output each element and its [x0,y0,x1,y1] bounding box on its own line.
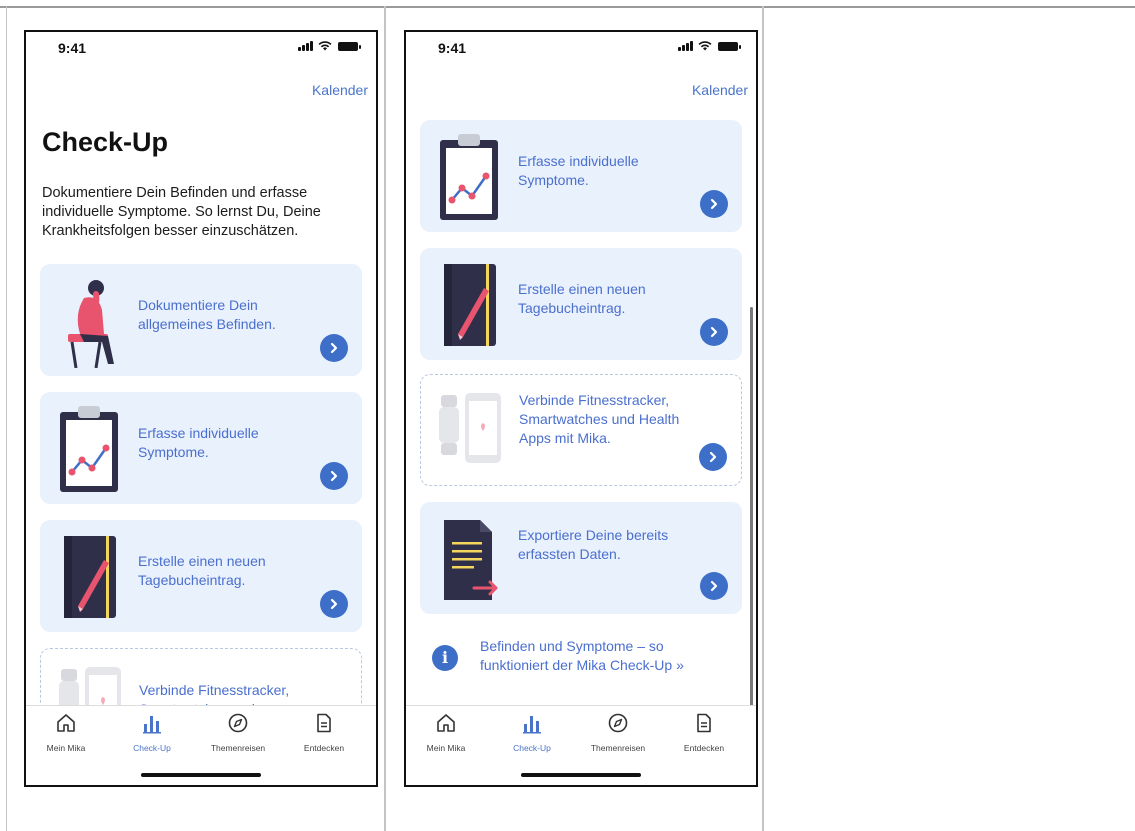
tab-mein-mika[interactable]: Mein Mika [406,712,486,756]
tab-label: Entdecken [683,743,725,753]
tab-mein-mika[interactable]: Mein Mika [26,712,106,756]
clipboard-chart-icon [440,134,498,220]
status-time: 9:41 [58,40,87,56]
home-icon [437,714,455,732]
tab-label: Mein Mika [46,743,86,753]
chevron-right-icon[interactable] [320,334,348,362]
info-link-text: Befinden und Symptome – so funktioniert … [480,638,684,673]
calendar-link[interactable]: Kalender [692,82,748,98]
bar-chart-icon [523,716,541,734]
chevron-right-icon[interactable] [700,572,728,600]
notebook-icon [64,536,116,618]
document-icon [697,713,711,733]
battery-icon [718,42,741,51]
info-icon: i [432,645,458,671]
compass-icon [228,713,248,733]
tab-bar: Mein Mika Check-Up Themenreisen Entdecke… [26,705,376,785]
tab-label: Themenreisen [590,743,646,753]
status-bar: 9:41 [26,32,376,68]
chevron-right-icon[interactable] [699,443,727,471]
column-divider [384,6,386,831]
tab-label: Mein Mika [426,743,466,753]
bar-chart-icon [143,716,161,734]
document-export-icon [444,520,498,600]
clipboard-chart-icon [60,406,118,492]
tab-entdecken[interactable]: Entdecken [664,712,744,756]
signal-icon [678,41,693,51]
tab-check-up[interactable]: Check-Up [492,712,572,756]
wifi-icon [698,41,712,51]
card-label: Erstelle einen neuen Tagebucheintrag. [138,553,266,588]
card-record-symptoms[interactable]: Erfasse individuelle Symptome. [40,392,362,504]
tab-label: Themenreisen [210,743,266,753]
chevron-right-icon[interactable] [700,190,728,218]
tab-check-up[interactable]: Check-Up [112,712,192,756]
tab-bar: Mein Mika Check-Up Themenreisen Entdecke… [406,705,756,785]
card-export-data[interactable]: Exportiere Deine bereits erfassten Daten… [420,502,742,614]
compass-icon [608,713,628,733]
phone-screen-checkup-scrolled: 9:41 Kalender Erfasse individuelle Sympt… [404,30,758,787]
home-indicator [141,773,261,777]
home-indicator [521,773,641,777]
card-label: Dokumentiere Dein allgemeines Befinden. [138,297,276,332]
chevron-right-icon[interactable] [700,318,728,346]
phone-screen-checkup-top: 9:41 Kalender Check-Up Dokumentiere Dein… [24,30,378,787]
tab-label: Check-Up [133,743,171,753]
calendar-link[interactable]: Kalender [312,82,368,98]
card-label: Verbinde Fitnesstracker, Smartwatches un… [519,392,680,446]
card-label: Exportiere Deine bereits erfassten Daten… [518,527,669,562]
tab-label: Entdecken [303,743,345,753]
person-sitting-icon [68,280,114,368]
card-diary-entry[interactable]: Erstelle einen neuen Tagebucheintrag. [40,520,362,632]
status-bar: 9:41 [406,32,756,68]
notebook-icon [444,264,496,346]
chevron-right-icon[interactable] [320,462,348,490]
status-icons [678,41,741,51]
document-icon [317,713,331,733]
frame-left-border [6,6,7,831]
chevron-right-icon[interactable] [320,590,348,618]
card-document-wellbeing[interactable]: Dokumentiere Dein allgemeines Befinden. [40,264,362,376]
battery-icon [338,42,361,51]
card-label: Erstelle einen neuen Tagebucheintrag. [518,281,646,316]
devices-icon [439,393,501,463]
frame-top-border [0,6,1135,8]
home-icon [57,714,75,732]
status-time: 9:41 [438,40,467,56]
tab-entdecken[interactable]: Entdecken [284,712,364,756]
card-diary-entry[interactable]: Erstelle einen neuen Tagebucheintrag. [420,248,742,360]
intro-text: Dokumentiere Dein Befinden und erfasse i… [42,185,321,239]
scrollbar[interactable] [750,307,753,707]
tab-themenreisen[interactable]: Themenreisen [578,712,658,756]
signal-icon [298,41,313,51]
card-label: Erfasse individuelle Symptome. [518,153,639,188]
status-icons [298,41,361,51]
wifi-icon [318,41,332,51]
page-title: Check-Up [42,127,169,157]
card-label: Erfasse individuelle Symptome. [138,425,259,460]
tab-label: Check-Up [513,743,551,753]
card-connect-devices[interactable]: Verbinde Fitnesstracker, Smartwatches un… [420,374,742,486]
tab-themenreisen[interactable]: Themenreisen [198,712,278,756]
column-divider [762,6,764,831]
card-record-symptoms[interactable]: Erfasse individuelle Symptome. [420,120,742,232]
